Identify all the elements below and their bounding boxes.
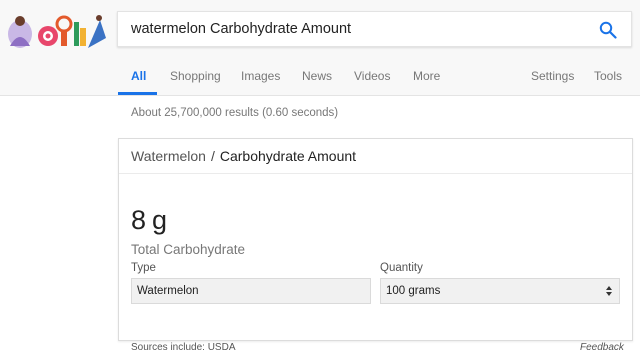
tab-all[interactable]: All — [131, 69, 146, 83]
breadcrumb-current: Carbohydrate Amount — [219, 148, 357, 164]
search-tabs: All Shopping Images News Videos More Set… — [0, 60, 640, 95]
header: watermelon Carbohydrate Amount All Shopp… — [0, 0, 640, 96]
search-box[interactable]: watermelon Carbohydrate Amount — [117, 11, 632, 47]
tab-tools[interactable]: Tools — [594, 69, 622, 83]
tab-shopping[interactable]: Shopping — [170, 69, 221, 83]
tab-more[interactable]: More — [413, 69, 440, 83]
type-select[interactable]: Watermelon — [131, 278, 371, 304]
type-label: Type — [131, 262, 156, 274]
tab-news[interactable]: News — [302, 69, 332, 83]
nutrition-card: Watermelon / Carbohydrate Amount 8g Total … — [118, 138, 633, 341]
active-tab-indicator — [118, 92, 157, 95]
tab-videos[interactable]: Videos — [354, 69, 390, 83]
result-stats: About 25,700,000 results (0.60 seconds) — [131, 107, 339, 119]
breadcrumb: Watermelon / Carbohydrate Amount — [131, 148, 356, 164]
search-input[interactable]: watermelon Carbohydrate Amount — [131, 21, 351, 37]
tab-images[interactable]: Images — [241, 69, 280, 83]
tab-settings[interactable]: Settings — [531, 69, 574, 83]
nutrient-unit: g — [152, 205, 168, 235]
type-select-value: Watermelon — [137, 285, 199, 297]
quantity-select[interactable]: 100 grams — [380, 278, 620, 304]
breadcrumb-parent[interactable]: Watermelon — [131, 148, 206, 164]
nutrient-label: Total Carbohydrate — [131, 242, 246, 257]
quantity-label: Quantity — [380, 262, 423, 274]
quantity-select-value: 100 grams — [386, 285, 441, 297]
google-doodle-logo[interactable] — [4, 8, 108, 50]
nutrient-value: 8 — [131, 205, 147, 235]
search-icon[interactable] — [599, 21, 617, 39]
up-down-arrows-icon — [606, 286, 612, 296]
nutrient-amount: 8g — [131, 205, 167, 236]
sources-text: Sources include: USDA — [131, 342, 236, 353]
breadcrumb-separator: / — [210, 148, 215, 164]
feedback-link[interactable]: Feedback — [580, 342, 624, 353]
card-header: Watermelon / Carbohydrate Amount — [119, 139, 632, 174]
